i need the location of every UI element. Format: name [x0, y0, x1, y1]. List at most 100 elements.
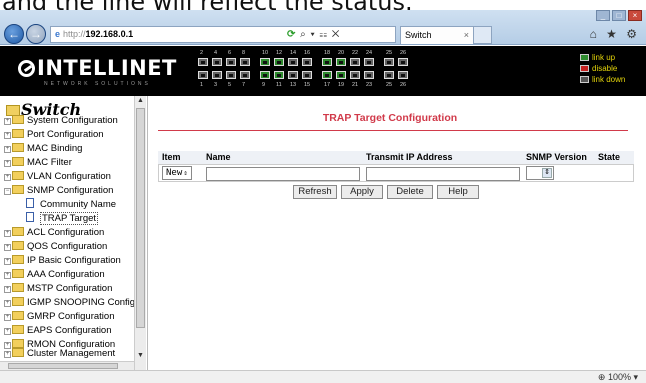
logo-subtitle: NETWORK SOLUTIONS — [44, 81, 151, 87]
port-icon[interactable] — [336, 58, 346, 66]
port-number-bottom: 1 — [200, 82, 204, 88]
help-button[interactable]: Help — [437, 185, 479, 199]
folder-icon — [12, 325, 24, 334]
folder-icon — [12, 269, 24, 278]
snmp-version-select[interactable]: ⇕ — [526, 166, 554, 180]
address-bar[interactable]: e http://192.168.0.1 ⟳ ⌕ ▾ ☷ ✕ — [50, 26, 396, 43]
tree-item-aaa-configuration[interactable]: + AAA Configuration — [4, 268, 105, 282]
port-icon[interactable] — [198, 58, 208, 66]
tree-item-system-configuration[interactable]: + System Configuration — [4, 114, 118, 128]
tree-item-eaps-configuration[interactable]: + EAPS Configuration — [4, 324, 112, 338]
port-icon[interactable] — [260, 71, 270, 79]
expand-icon[interactable]: + — [4, 146, 11, 153]
expand-icon[interactable]: + — [4, 132, 11, 139]
port-icon[interactable] — [198, 71, 208, 79]
tree-item-acl-configuration[interactable]: + ACL Configuration — [4, 226, 104, 240]
expand-icon[interactable]: + — [4, 174, 11, 181]
port-icon[interactable] — [384, 58, 394, 66]
tree-item-trap-target[interactable]: TRAP Target — [26, 212, 99, 226]
scroll-down-icon[interactable]: ▼ — [137, 352, 144, 359]
folder-icon — [12, 157, 24, 166]
port-icon[interactable] — [322, 58, 332, 66]
hscroll-thumb[interactable] — [8, 363, 118, 369]
new-tab-button[interactable] — [474, 26, 492, 44]
zoom-level[interactable]: ⊕ 100% ▾ — [598, 371, 638, 383]
port-icon[interactable] — [302, 71, 312, 79]
forward-button[interactable]: → — [26, 24, 46, 44]
expand-icon[interactable]: + — [4, 230, 11, 237]
name-input[interactable] — [206, 167, 360, 181]
expand-icon[interactable]: + — [4, 118, 11, 125]
browser-tab[interactable]: Switch × — [400, 26, 474, 44]
port-icon[interactable] — [288, 58, 298, 66]
expand-icon[interactable]: + — [4, 244, 11, 251]
port-number-top: 24 — [366, 50, 373, 56]
tree-item-community-name[interactable]: Community Name — [26, 198, 116, 212]
port-icon[interactable] — [226, 71, 236, 79]
maximize-button[interactable]: □ — [612, 10, 626, 21]
tree-vertical-scrollbar[interactable]: ▲ ▼ — [134, 96, 146, 370]
tree-item-gmrp-configuration[interactable]: + GMRP Configuration — [4, 310, 114, 324]
folder-icon — [12, 297, 24, 306]
apply-button[interactable]: Apply — [341, 185, 383, 199]
port-icon[interactable] — [398, 71, 408, 79]
port-icon[interactable] — [322, 71, 332, 79]
expand-icon[interactable]: + — [4, 328, 11, 335]
expand-icon[interactable]: + — [4, 314, 11, 321]
port-icon[interactable] — [274, 71, 284, 79]
tree-horizontal-scrollbar[interactable] — [0, 361, 134, 370]
tree-item-vlan-configuration[interactable]: + VLAN Configuration — [4, 170, 111, 184]
close-window-button[interactable]: × — [628, 10, 642, 21]
port-icon[interactable] — [384, 71, 394, 79]
port-icon[interactable] — [364, 58, 374, 66]
item-select[interactable]: New ⇕ — [162, 166, 192, 180]
tree-item-port-configuration[interactable]: + Port Configuration — [4, 128, 104, 142]
tree-item-igmp-snooping-config[interactable]: + IGMP SNOOPING Config — [4, 296, 135, 310]
port-icon[interactable] — [240, 71, 250, 79]
refresh-button[interactable]: Refresh — [293, 185, 337, 199]
port-icon[interactable] — [302, 58, 312, 66]
port-number-top: 18 — [324, 50, 331, 56]
port-icon[interactable] — [274, 58, 284, 66]
tree-item-mstp-configuration[interactable]: + MSTP Configuration — [4, 282, 112, 296]
port-icon[interactable] — [350, 71, 360, 79]
refresh-icon[interactable]: ⟳ — [287, 29, 296, 40]
port-icon[interactable] — [240, 58, 250, 66]
port-number-bottom: 5 — [228, 82, 232, 88]
minimize-button[interactable]: _ — [596, 10, 610, 21]
port-icon[interactable] — [212, 71, 222, 79]
expand-icon[interactable]: + — [4, 286, 11, 293]
tree-item-mac-binding[interactable]: + MAC Binding — [4, 142, 82, 156]
port-icon[interactable] — [226, 58, 236, 66]
port-icon[interactable] — [398, 58, 408, 66]
port-icon[interactable] — [350, 58, 360, 66]
tree-item-cluster-management[interactable]: + Cluster Management — [4, 347, 115, 361]
transmit-ip-input[interactable] — [366, 167, 520, 181]
port-icon[interactable] — [336, 71, 346, 79]
port-icon[interactable] — [212, 58, 222, 66]
port-icon[interactable] — [288, 71, 298, 79]
tree-item-qos-configuration[interactable]: + QOS Configuration — [4, 240, 107, 254]
delete-button[interactable]: Delete — [387, 185, 433, 199]
item-select-value: New — [166, 168, 183, 178]
port-number-bottom: 17 — [324, 82, 331, 88]
address-tool-icons[interactable]: ⌕ ▾ ☷ ✕ — [300, 29, 340, 40]
browser-toolbar-icons[interactable]: ⌂ ★ ⚙ — [590, 27, 640, 41]
scroll-thumb[interactable] — [136, 108, 145, 328]
expand-icon[interactable]: + — [4, 272, 11, 279]
tree-item-snmp-configuration[interactable]: − SNMP Configuration — [4, 184, 113, 198]
scroll-up-icon[interactable]: ▲ — [137, 97, 144, 104]
expand-icon[interactable]: + — [4, 258, 11, 265]
expand-icon[interactable]: + — [4, 300, 11, 307]
port-icon[interactable] — [364, 71, 374, 79]
expand-icon[interactable]: + — [4, 351, 11, 358]
back-button[interactable]: ← — [4, 24, 24, 44]
tree-item-label: SNMP Configuration — [27, 185, 114, 196]
expand-icon[interactable]: + — [4, 160, 11, 167]
port-icon[interactable] — [260, 58, 270, 66]
collapse-icon[interactable]: − — [4, 188, 11, 195]
tree-item-mac-filter[interactable]: + MAC Filter — [4, 156, 72, 170]
tree-item-ip-basic-configuration[interactable]: + IP Basic Configuration — [4, 254, 121, 268]
folder-icon — [12, 171, 24, 180]
tab-close-icon[interactable]: × — [464, 27, 469, 43]
